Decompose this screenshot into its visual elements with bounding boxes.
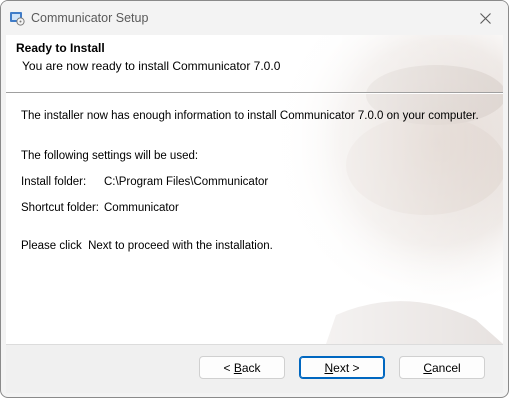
close-button[interactable] (462, 1, 508, 35)
settings-heading: The following settings will be used: (21, 150, 199, 162)
back-button[interactable]: < Back (199, 356, 285, 379)
proceed-text: Please click Next to proceed with the in… (21, 240, 273, 252)
button-bar: < Back Next > Cancel (6, 344, 503, 393)
header-divider (6, 92, 503, 94)
next-mnemonic: N (324, 360, 334, 375)
page-title: Ready to Install (16, 41, 105, 55)
cancel-button[interactable]: Cancel (399, 356, 485, 379)
back-rest: ack (241, 360, 261, 375)
close-icon (479, 12, 491, 24)
next-suffix: > (349, 360, 360, 375)
installer-icon (10, 12, 25, 26)
cancel-mnemonic: C (423, 360, 432, 375)
back-mnemonic: B (233, 360, 242, 375)
intro-text: The installer now has enough information… (21, 110, 479, 122)
shortcut-folder-value: Communicator (104, 202, 179, 214)
setup-window: Communicator Setup Ready to Install You … (0, 0, 509, 398)
window-title: Communicator Setup (31, 11, 149, 25)
title-bar[interactable]: Communicator Setup (1, 1, 508, 35)
install-folder-value: C:\Program Files\Communicator (104, 176, 269, 188)
wizard-header: Ready to Install You are now ready to in… (6, 35, 503, 85)
wizard-content: Ready to Install You are now ready to in… (6, 35, 503, 344)
page-subtitle: You are now ready to install Communicato… (22, 59, 281, 73)
cancel-rest: ancel (431, 360, 461, 375)
shortcut-folder-label: Shortcut folder: (21, 202, 99, 214)
install-folder-label: Install folder: (21, 176, 87, 188)
next-button[interactable]: Next > (299, 356, 385, 379)
next-rest: ext (333, 360, 350, 375)
back-prefix: < (223, 360, 234, 375)
